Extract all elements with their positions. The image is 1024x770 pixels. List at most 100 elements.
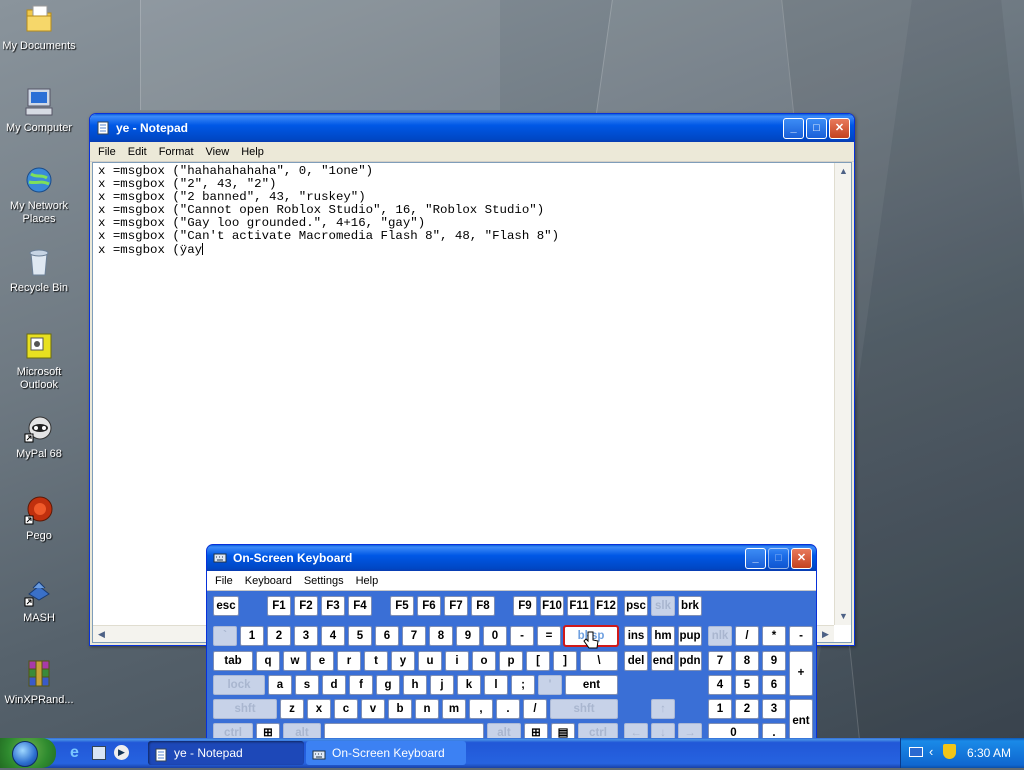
key-c[interactable]: c [334,699,358,719]
key-7[interactable]: 7 [708,651,732,671]
key-93[interactable]: ] [553,651,577,671]
key-92[interactable]: \ [580,651,618,671]
notepad-titlebar[interactable]: ye - Notepad _ □ ✕ [90,114,854,142]
key-4[interactable]: 4 [321,626,345,646]
key-2[interactable]: 2 [735,699,759,719]
key-43[interactable]: + [789,651,813,696]
desktop-icon-pego[interactable]: Pego [2,494,76,543]
osk-titlebar[interactable]: On-Screen Keyboard _ □ ✕ [207,545,816,571]
key-46[interactable]: . [496,699,520,719]
scroll-up-arrow-icon[interactable]: ▲ [835,163,852,180]
key-4[interactable]: 4 [708,675,732,695]
key-l[interactable]: l [484,675,508,695]
key-6[interactable]: 6 [375,626,399,646]
taskbar-item-notepad[interactable]: ye - Notepad [148,741,304,765]
key-h[interactable]: h [403,675,427,695]
key-ent[interactable]: ent [565,675,618,695]
key-F10[interactable]: F10 [540,596,564,616]
desktop-icon-microsoft-outlook[interactable]: Microsoft Outlook [2,330,76,392]
key-9[interactable]: 9 [762,651,786,671]
key-tab[interactable]: tab [213,651,253,671]
key-j[interactable]: j [430,675,454,695]
key-end[interactable]: end [651,651,675,671]
key-9[interactable]: 9 [456,626,480,646]
key-8593[interactable]: ↑ [651,699,675,719]
desktop-icon-my-computer[interactable]: My Computer [2,86,76,135]
key-42[interactable]: * [762,626,786,646]
scroll-left-arrow-icon[interactable]: ◀ [93,626,110,643]
key-nlk[interactable]: nlk [708,626,732,646]
key-i[interactable]: i [445,651,469,671]
key-F2[interactable]: F2 [294,596,318,616]
media-player-icon[interactable]: ▶ [114,745,129,760]
key-del[interactable]: del [624,651,648,671]
key-45[interactable]: - [510,626,534,646]
key-0[interactable]: 0 [483,626,507,646]
desktop-icon-recycle-bin[interactable]: Recycle Bin [2,246,76,295]
key-96[interactable]: ` [213,626,237,646]
menu-edit[interactable]: Edit [122,144,153,160]
start-button[interactable] [0,738,56,768]
key-1[interactable]: 1 [240,626,264,646]
desktop-icon-my-documents[interactable]: My Documents [2,4,76,53]
menu-help[interactable]: Help [350,573,385,589]
key-u[interactable]: u [418,651,442,671]
chevron-left-icon[interactable]: ‹ [929,744,933,759]
key-8[interactable]: 8 [735,651,759,671]
desktop-icon-mash[interactable]: MASH [2,576,76,625]
scroll-right-arrow-icon[interactable]: ▶ [817,626,834,643]
key-47[interactable]: / [523,699,547,719]
maximize-button[interactable]: □ [806,118,827,139]
internet-explorer-icon[interactable]: e [70,744,79,762]
key-8[interactable]: 8 [429,626,453,646]
key-w[interactable]: w [283,651,307,671]
key-v[interactable]: v [361,699,385,719]
key-q[interactable]: q [256,651,280,671]
key-F7[interactable]: F7 [444,596,468,616]
key-61[interactable]: = [537,626,561,646]
menu-help[interactable]: Help [235,144,270,160]
clock[interactable]: 6:30 AM [967,746,1011,760]
editor-text[interactable]: x =msgbox ("hahahahahaha", 0, "1one") x … [93,163,851,259]
key-esc[interactable]: esc [213,596,239,616]
key-hm[interactable]: hm [651,626,675,646]
key-e[interactable]: e [310,651,334,671]
close-button[interactable]: ✕ [829,118,850,139]
keyboard-tray-icon[interactable] [909,747,923,757]
key-n[interactable]: n [415,699,439,719]
taskbar-item-osk[interactable]: On-Screen Keyboard [306,741,466,765]
key-5[interactable]: 5 [348,626,372,646]
key-F8[interactable]: F8 [471,596,495,616]
close-button[interactable]: ✕ [791,548,812,569]
key-F12[interactable]: F12 [594,596,618,616]
desktop-icon-winxprand[interactable]: WinXPRand... [2,658,76,707]
osk-window[interactable]: On-Screen Keyboard _ □ ✕ File Keyboard S… [206,544,817,744]
key-1[interactable]: 1 [708,699,732,719]
security-shield-icon[interactable] [943,744,956,759]
key-f[interactable]: f [349,675,373,695]
key-s[interactable]: s [295,675,319,695]
desktop-icon-mypal[interactable]: MyPal 68 [2,412,76,461]
key-F11[interactable]: F11 [567,596,591,616]
key-6[interactable]: 6 [762,675,786,695]
key-59[interactable]: ; [511,675,535,695]
key-p[interactable]: p [499,651,523,671]
key-psc[interactable]: psc [624,596,648,616]
key-ins[interactable]: ins [624,626,648,646]
key-o[interactable]: o [472,651,496,671]
key-d[interactable]: d [322,675,346,695]
key-45[interactable]: - [789,626,813,646]
key-lock[interactable]: lock [213,675,265,695]
key-r[interactable]: r [337,651,361,671]
key-F1[interactable]: F1 [267,596,291,616]
key-F3[interactable]: F3 [321,596,345,616]
key-F4[interactable]: F4 [348,596,372,616]
scroll-down-arrow-icon[interactable]: ▼ [835,608,852,625]
key-2[interactable]: 2 [267,626,291,646]
key-F5[interactable]: F5 [390,596,414,616]
key-5[interactable]: 5 [735,675,759,695]
key-z[interactable]: z [280,699,304,719]
key-m[interactable]: m [442,699,466,719]
key-y[interactable]: y [391,651,415,671]
menu-file[interactable]: File [209,573,239,589]
